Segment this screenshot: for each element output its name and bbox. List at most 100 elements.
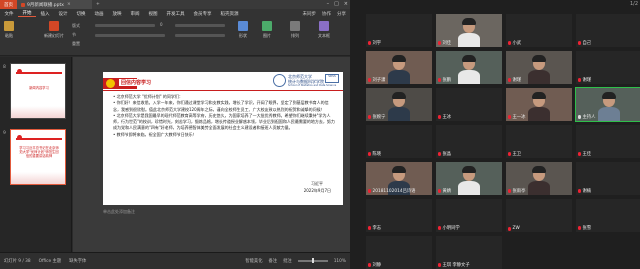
participant-tile[interactable]: 小明同学 [436,199,502,232]
participant-tile[interactable]: 张晶 [436,125,502,158]
reset-button[interactable]: 重置 [72,41,80,47]
section-button[interactable]: 节 [72,32,76,38]
collaborate-button[interactable]: 协作 [322,11,331,17]
participant-tile[interactable]: 刘静 [366,236,432,269]
participant-tile[interactable]: 张雪 [576,199,640,232]
participant-tile[interactable]: 谢楠 [576,162,640,195]
new-tab-icon[interactable]: + [96,2,100,7]
picture-icon [262,21,272,31]
participant-tile[interactable]: ZW [506,199,572,232]
paste-button[interactable]: 粘贴 [4,21,14,39]
sync-status[interactable]: 未同步 [303,11,317,17]
menu-docer[interactable]: 稻壳资源 [216,11,243,17]
smart-beautify-button[interactable]: 智能美化 [245,258,262,264]
status-right: 智能美化 备注 批注 110% [245,258,346,264]
missing-font-button[interactable]: 缺失字体 [69,258,86,264]
mic-muted-icon [368,263,371,267]
participant-tile[interactable]: 谢瑾 [576,51,640,84]
participant-tile[interactable]: 张婉宁 [366,88,432,121]
comments-toggle[interactable]: 批注 [283,258,292,264]
participant-tile[interactable]: 刘宇 [366,14,432,47]
paragraph-buttons[interactable] [175,24,225,27]
grid-page-indicator[interactable]: 1/2 [630,1,638,7]
share-button[interactable]: 分享 [337,11,346,17]
font-format-buttons[interactable] [95,34,165,37]
participant-tile[interactable]: 20181102014吕诗语 [366,162,432,195]
participant-tile[interactable]: 谢瑾 [506,51,572,84]
picture-button[interactable]: 图片 [262,21,272,39]
menu-file[interactable]: 文件 [0,11,18,17]
participant-tile[interactable]: 刘佳 [436,14,502,47]
slide-thumbnail-selected[interactable]: 学习习近平总书记在北京师范大学"优师计划"师范生回信的重要讲话精神 [10,129,66,185]
participant-name: 王一冰 [512,115,526,120]
participant-name: 谢楠 [582,189,592,194]
participant-name-label: 小明同学 [438,225,460,231]
slide[interactable]: 回信内容学习 北京师范大学 统计与数据科学学院 School of Statis… [103,72,343,205]
participant-name-label: 主持人 [578,114,595,120]
slide-indicator: 幻灯片 9 / 38 [4,259,31,264]
font-name-select[interactable] [95,24,155,27]
participant-tile[interactable]: 李志 [366,199,432,232]
font-size-select[interactable]: 0 [160,22,163,27]
zoom-slider[interactable] [297,258,328,264]
menu-developer[interactable]: 开发工具 [162,11,189,17]
menu-slideshow[interactable]: 放映 [108,11,126,17]
menu-transition[interactable]: 切换 [72,11,90,17]
menu-design[interactable]: 设计 [54,11,72,17]
participant-tile[interactable]: 王一冰 [506,88,572,121]
notes-area[interactable]: 单击此处添加备注 [103,209,343,223]
participant-tile[interactable]: 王佳 [576,125,640,158]
participant-name-label: 刘宇 [368,40,381,46]
close-tab-icon[interactable]: × [67,2,71,7]
arrange-button[interactable]: 排列 [290,21,300,39]
paste-icon [4,21,14,31]
thumbnail-red-rule [16,72,62,74]
menu-insert[interactable]: 插入 [36,11,54,17]
zoom-level[interactable]: 110% [334,259,346,264]
participant-name: 张婉宁 [372,115,386,120]
mic-muted-icon [578,78,581,82]
participant-tile[interactable]: 陈晓 [366,125,432,158]
participant-tile[interactable]: 张雨亭 [506,162,572,195]
menu-start[interactable]: 开始 [18,10,36,17]
new-slide-button[interactable]: 新建幻灯片 [44,21,64,39]
menu-member[interactable]: 会员专享 [189,11,216,17]
participant-tile[interactable]: 小武 [506,14,572,47]
mic-muted-icon [578,226,581,230]
zoom-slider-knob[interactable] [311,258,314,264]
participant-hair [462,55,476,62]
participant-name: 自己 [582,41,592,46]
menu-review[interactable]: 审阅 [126,11,144,17]
party-emblem-icon [17,69,22,74]
notes-toggle[interactable]: 备注 [269,258,278,264]
mic-muted-icon [508,78,511,82]
minimize-icon[interactable]: – [327,1,330,7]
mic-muted-icon [368,226,371,230]
participant-tile[interactable]: 刘子潇 [366,51,432,84]
maximize-icon[interactable]: □ [334,1,339,7]
letter-date: 2022年9月7日 [303,188,331,193]
layout-button[interactable]: 版式 [72,23,80,29]
document-tab[interactable]: 9月新闻联播.pptx × [17,0,92,9]
participant-tile[interactable]: 自己 [576,14,640,47]
participant-tile[interactable]: 王卫 [506,125,572,158]
participant-name-label: 谢楠 [578,188,591,194]
mic-muted-icon [368,189,371,193]
body-paragraph: • 北京师范大学是我国最早的现代师范教育高等学府，历史悠久，为国家培养了一大批优… [113,112,335,131]
participant-tile[interactable]: 张鹏 [436,51,502,84]
align-buttons[interactable] [175,34,225,37]
slide-thumbnail[interactable]: 新闻内容学习 [10,63,66,119]
participant-tile[interactable]: 王冰 [436,88,502,121]
menu-animation[interactable]: 动画 [90,11,108,17]
mic-muted-icon [368,78,371,82]
home-tab[interactable]: 首页 [0,0,17,9]
participant-body [388,70,410,84]
participant-name: 张晶 [442,152,452,157]
participant-tile[interactable]: 王琪 李静文子 [436,236,502,269]
textbox-button[interactable]: 文本框 [318,21,330,39]
menu-view[interactable]: 视图 [144,11,162,17]
close-window-icon[interactable]: × [344,1,348,7]
shape-button[interactable]: 形状 [238,21,248,39]
participant-tile[interactable]: 主持人 [575,87,640,122]
participant-tile[interactable]: 黄婧 [436,162,502,195]
